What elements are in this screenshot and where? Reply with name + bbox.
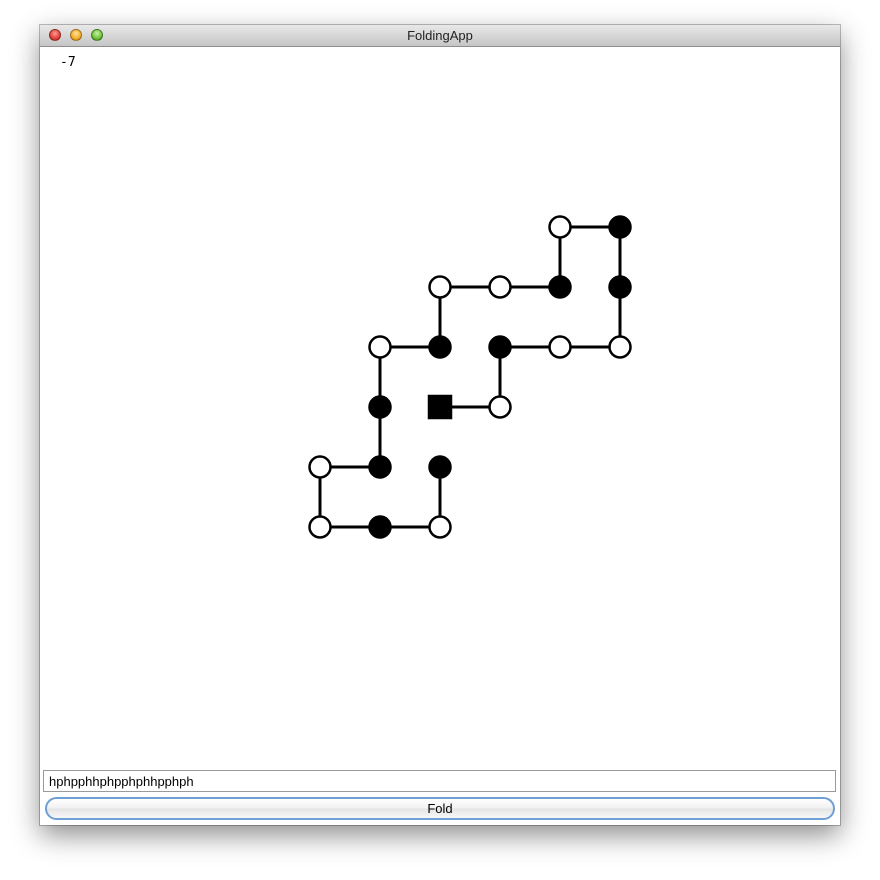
polar-residue bbox=[488, 275, 512, 299]
polar-residue bbox=[548, 335, 572, 359]
fold-button[interactable]: Fold bbox=[45, 797, 835, 820]
polar-residue bbox=[368, 335, 392, 359]
hydrophobic-residue bbox=[608, 215, 632, 239]
polar-residue bbox=[488, 395, 512, 419]
hydrophobic-residue bbox=[488, 335, 512, 359]
polar-residue bbox=[428, 515, 452, 539]
content-area: -7 Fold bbox=[40, 47, 840, 825]
hydrophobic-residue bbox=[548, 275, 572, 299]
polar-residue bbox=[308, 455, 332, 479]
hydrophobic-residue bbox=[608, 275, 632, 299]
energy-score: -7 bbox=[60, 55, 76, 70]
polar-residue bbox=[608, 335, 632, 359]
hydrophobic-residue bbox=[428, 335, 452, 359]
polar-residue bbox=[548, 215, 572, 239]
fold-canvas bbox=[308, 215, 632, 539]
title-bar[interactable]: FoldingApp bbox=[40, 25, 840, 47]
window-title: FoldingApp bbox=[407, 28, 473, 43]
hydrophobic-residue bbox=[368, 455, 392, 479]
hydrophobic-residue bbox=[428, 455, 452, 479]
hydrophobic-residue bbox=[368, 395, 392, 419]
start-residue-marker bbox=[427, 394, 453, 420]
hydrophobic-residue bbox=[368, 515, 392, 539]
app-window: FoldingApp -7 Fold bbox=[40, 25, 840, 825]
polar-residue bbox=[308, 515, 332, 539]
polar-residue bbox=[428, 275, 452, 299]
sequence-input[interactable] bbox=[43, 770, 836, 792]
